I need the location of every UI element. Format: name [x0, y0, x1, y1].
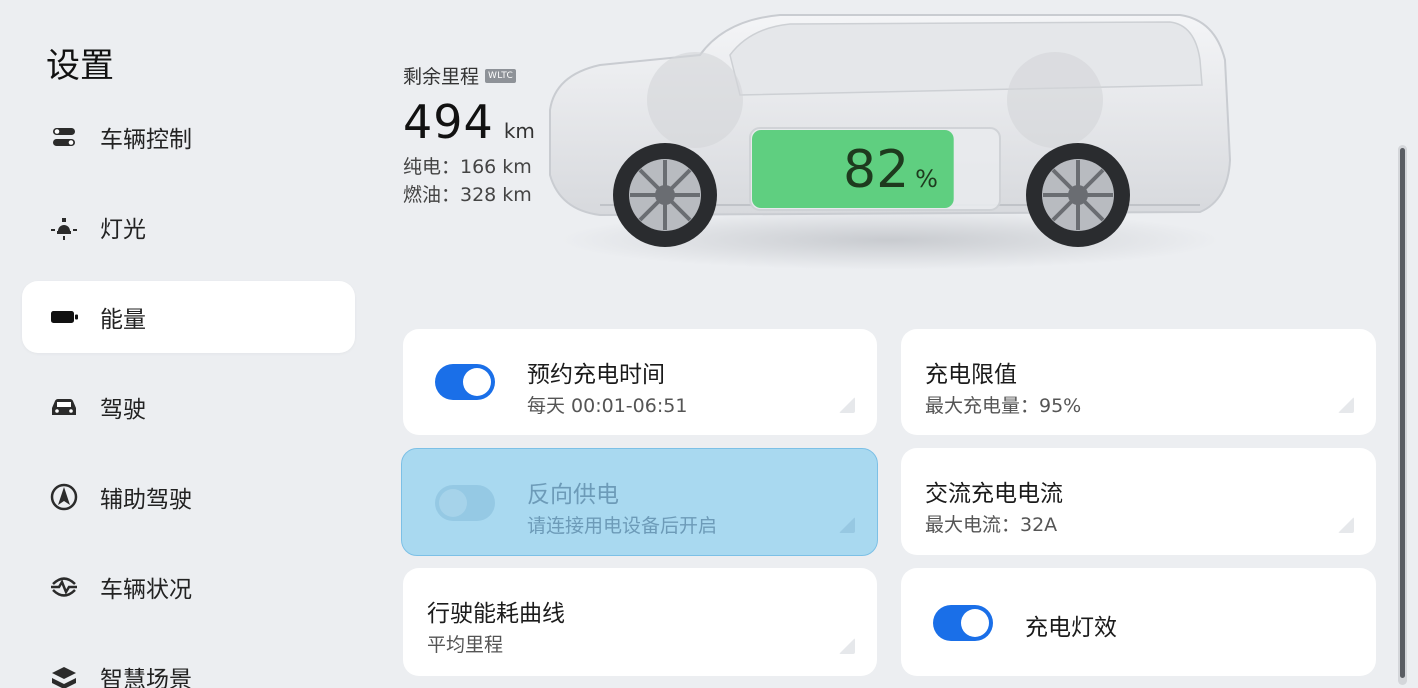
- vehicle-control-icon: [46, 119, 82, 155]
- battery-percent-value: 82: [843, 140, 910, 200]
- sidebar-item-driving[interactable]: 驾驶: [22, 371, 355, 443]
- fuel-range: 燃油：328 km: [403, 184, 532, 206]
- smart-scene-icon: [46, 659, 82, 688]
- toggle-knob: [439, 489, 467, 517]
- sidebar-item-label: 灯光: [100, 217, 146, 243]
- range-number: 494: [403, 95, 494, 149]
- corner-indicator: [839, 397, 855, 413]
- charge-light-title: 充电灯效: [1025, 615, 1117, 641]
- front-wheel: [613, 143, 717, 247]
- toggle-knob: [961, 609, 989, 637]
- ac-current-title: 交流充电电流: [925, 481, 1063, 507]
- sidebar-item-label: 车辆控制: [100, 127, 192, 153]
- sidebar-item-label: 车辆状况: [100, 577, 192, 603]
- corner-indicator: [1338, 397, 1354, 413]
- car-illustration: [549, 14, 1232, 270]
- charge-light-toggle[interactable]: [933, 605, 993, 641]
- range-value: 494 km: [403, 95, 535, 149]
- settings-title: 设置: [46, 46, 114, 86]
- light-icon: [46, 209, 82, 245]
- reverse-power-toggle[interactable]: [435, 485, 495, 521]
- charge-limit-card[interactable]: 充电限值 最大充电量：95%: [901, 329, 1376, 435]
- sidebar-item-vehicle-control[interactable]: 车辆控制: [22, 101, 355, 173]
- corner-indicator: [1338, 517, 1354, 533]
- wltc-badge: WLTC: [485, 68, 517, 83]
- sidebar-item-light[interactable]: 灯光: [22, 191, 355, 263]
- energy-curve-card[interactable]: 行驶能耗曲线 平均里程: [403, 568, 877, 676]
- range-unit: km: [503, 119, 535, 143]
- battery-percent-unit: %: [915, 165, 938, 193]
- range-label-text: 剩余里程: [403, 66, 480, 88]
- scheduled-charge-subtitle: 每天 00:01-06:51: [527, 395, 688, 417]
- reverse-power-card[interactable]: 反向供电 请连接用电设备后开启: [401, 448, 878, 556]
- sidebar-item-label: 智慧场景: [100, 667, 192, 688]
- reverse-power-title: 反向供电: [527, 482, 619, 508]
- reverse-power-subtitle: 请连接用电设备后开启: [527, 515, 718, 537]
- battery-icon: [46, 299, 82, 335]
- scheduled-charge-card[interactable]: 预约充电时间 每天 00:01-06:51: [403, 329, 877, 435]
- charge-limit-subtitle: 最大充电量：95%: [925, 395, 1082, 417]
- sidebar: 设置 车辆控制 灯光 能量 驾驶 辅助驾驶 车辆状况 智慧场景: [0, 0, 370, 688]
- sidebar-item-vehicle-status[interactable]: 车辆状况: [22, 551, 355, 623]
- sidebar-item-label: 辅助驾驶: [100, 487, 192, 513]
- energy-curve-subtitle: 平均里程: [427, 634, 504, 656]
- ac-current-card[interactable]: 交流充电电流 最大电流：32A: [901, 448, 1376, 555]
- battery-percent: 82 %: [843, 140, 938, 200]
- range-label: 剩余里程 WLTC: [403, 62, 535, 89]
- scheduled-charge-title: 预约充电时间: [527, 362, 665, 388]
- corner-indicator: [839, 638, 855, 654]
- sidebar-item-smart-scene[interactable]: 智慧场景: [22, 641, 355, 688]
- sidebar-item-assist-driving[interactable]: 辅助驾驶: [22, 461, 355, 533]
- ac-current-subtitle: 最大电流：32A: [925, 514, 1058, 536]
- rear-wheel: [1026, 143, 1130, 247]
- corner-indicator: [839, 517, 855, 533]
- scrollbar-thumb[interactable]: [1400, 148, 1405, 678]
- sidebar-item-energy[interactable]: 能量: [22, 281, 355, 353]
- electric-range: 纯电：166 km: [403, 156, 532, 178]
- car-icon: [46, 389, 82, 425]
- toggle-knob: [463, 368, 491, 396]
- vehicle-status-icon: [46, 569, 82, 605]
- charge-light-card[interactable]: 充电灯效: [901, 568, 1376, 676]
- assist-driving-icon: [46, 479, 82, 515]
- charge-limit-title: 充电限值: [925, 362, 1017, 388]
- range-info: 剩余里程 WLTC 494 km 纯电：166 km 燃油：328 km: [403, 62, 535, 209]
- sidebar-item-label: 能量: [100, 307, 146, 333]
- energy-curve-title: 行驶能耗曲线: [427, 601, 565, 627]
- sidebar-item-label: 驾驶: [100, 397, 146, 423]
- scheduled-charge-toggle[interactable]: [435, 364, 495, 400]
